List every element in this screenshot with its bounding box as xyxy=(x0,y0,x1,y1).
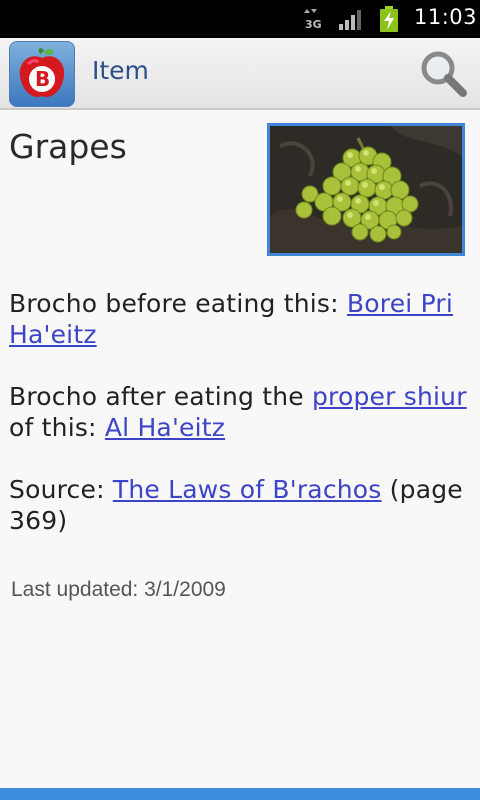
brocho-after-middle: of this: xyxy=(9,413,105,442)
clock: 11:03 xyxy=(414,5,478,29)
proper-shiur-link[interactable]: proper shiur xyxy=(312,382,467,411)
last-updated: Last updated: 3/1/2009 xyxy=(11,578,226,601)
source: Source: The Laws of B'rachos (page 369) xyxy=(9,474,469,536)
item-title: Grapes xyxy=(9,127,127,166)
3g-data-icon: 3G xyxy=(304,9,322,30)
svg-text:B: B xyxy=(35,67,50,91)
item-photo[interactable] xyxy=(267,123,465,256)
item-detail: Grapes Brocho before eating this: Borei … xyxy=(0,112,480,788)
laws-of-brachos-link[interactable]: The Laws of B'rachos xyxy=(113,475,382,504)
brocho-after-label: Brocho after eating the xyxy=(9,382,312,411)
brocho-before: Brocho before eating this: Borei Pri Ha'… xyxy=(9,288,469,350)
battery-charging-icon xyxy=(380,6,398,32)
search-icon xyxy=(421,51,467,97)
cell-signal-icon xyxy=(339,10,361,30)
bottom-accent-bar xyxy=(0,788,480,800)
action-bar: B Item xyxy=(0,38,480,110)
grapes-photo xyxy=(270,126,462,253)
app-logo-icon[interactable]: B xyxy=(9,41,75,107)
apple-b-icon: B xyxy=(19,48,65,98)
source-label: Source: xyxy=(9,475,113,504)
al-haeitz-link[interactable]: Al Ha'eitz xyxy=(105,413,225,442)
status-bar: 3G 11:03 xyxy=(0,0,480,38)
search-button[interactable] xyxy=(415,46,471,102)
svg-text:3G: 3G xyxy=(305,18,322,30)
brocho-after: Brocho after eating the proper shiur of … xyxy=(9,381,469,443)
page-title: Item xyxy=(92,56,149,85)
brocho-before-label: Brocho before eating this: xyxy=(9,289,347,318)
